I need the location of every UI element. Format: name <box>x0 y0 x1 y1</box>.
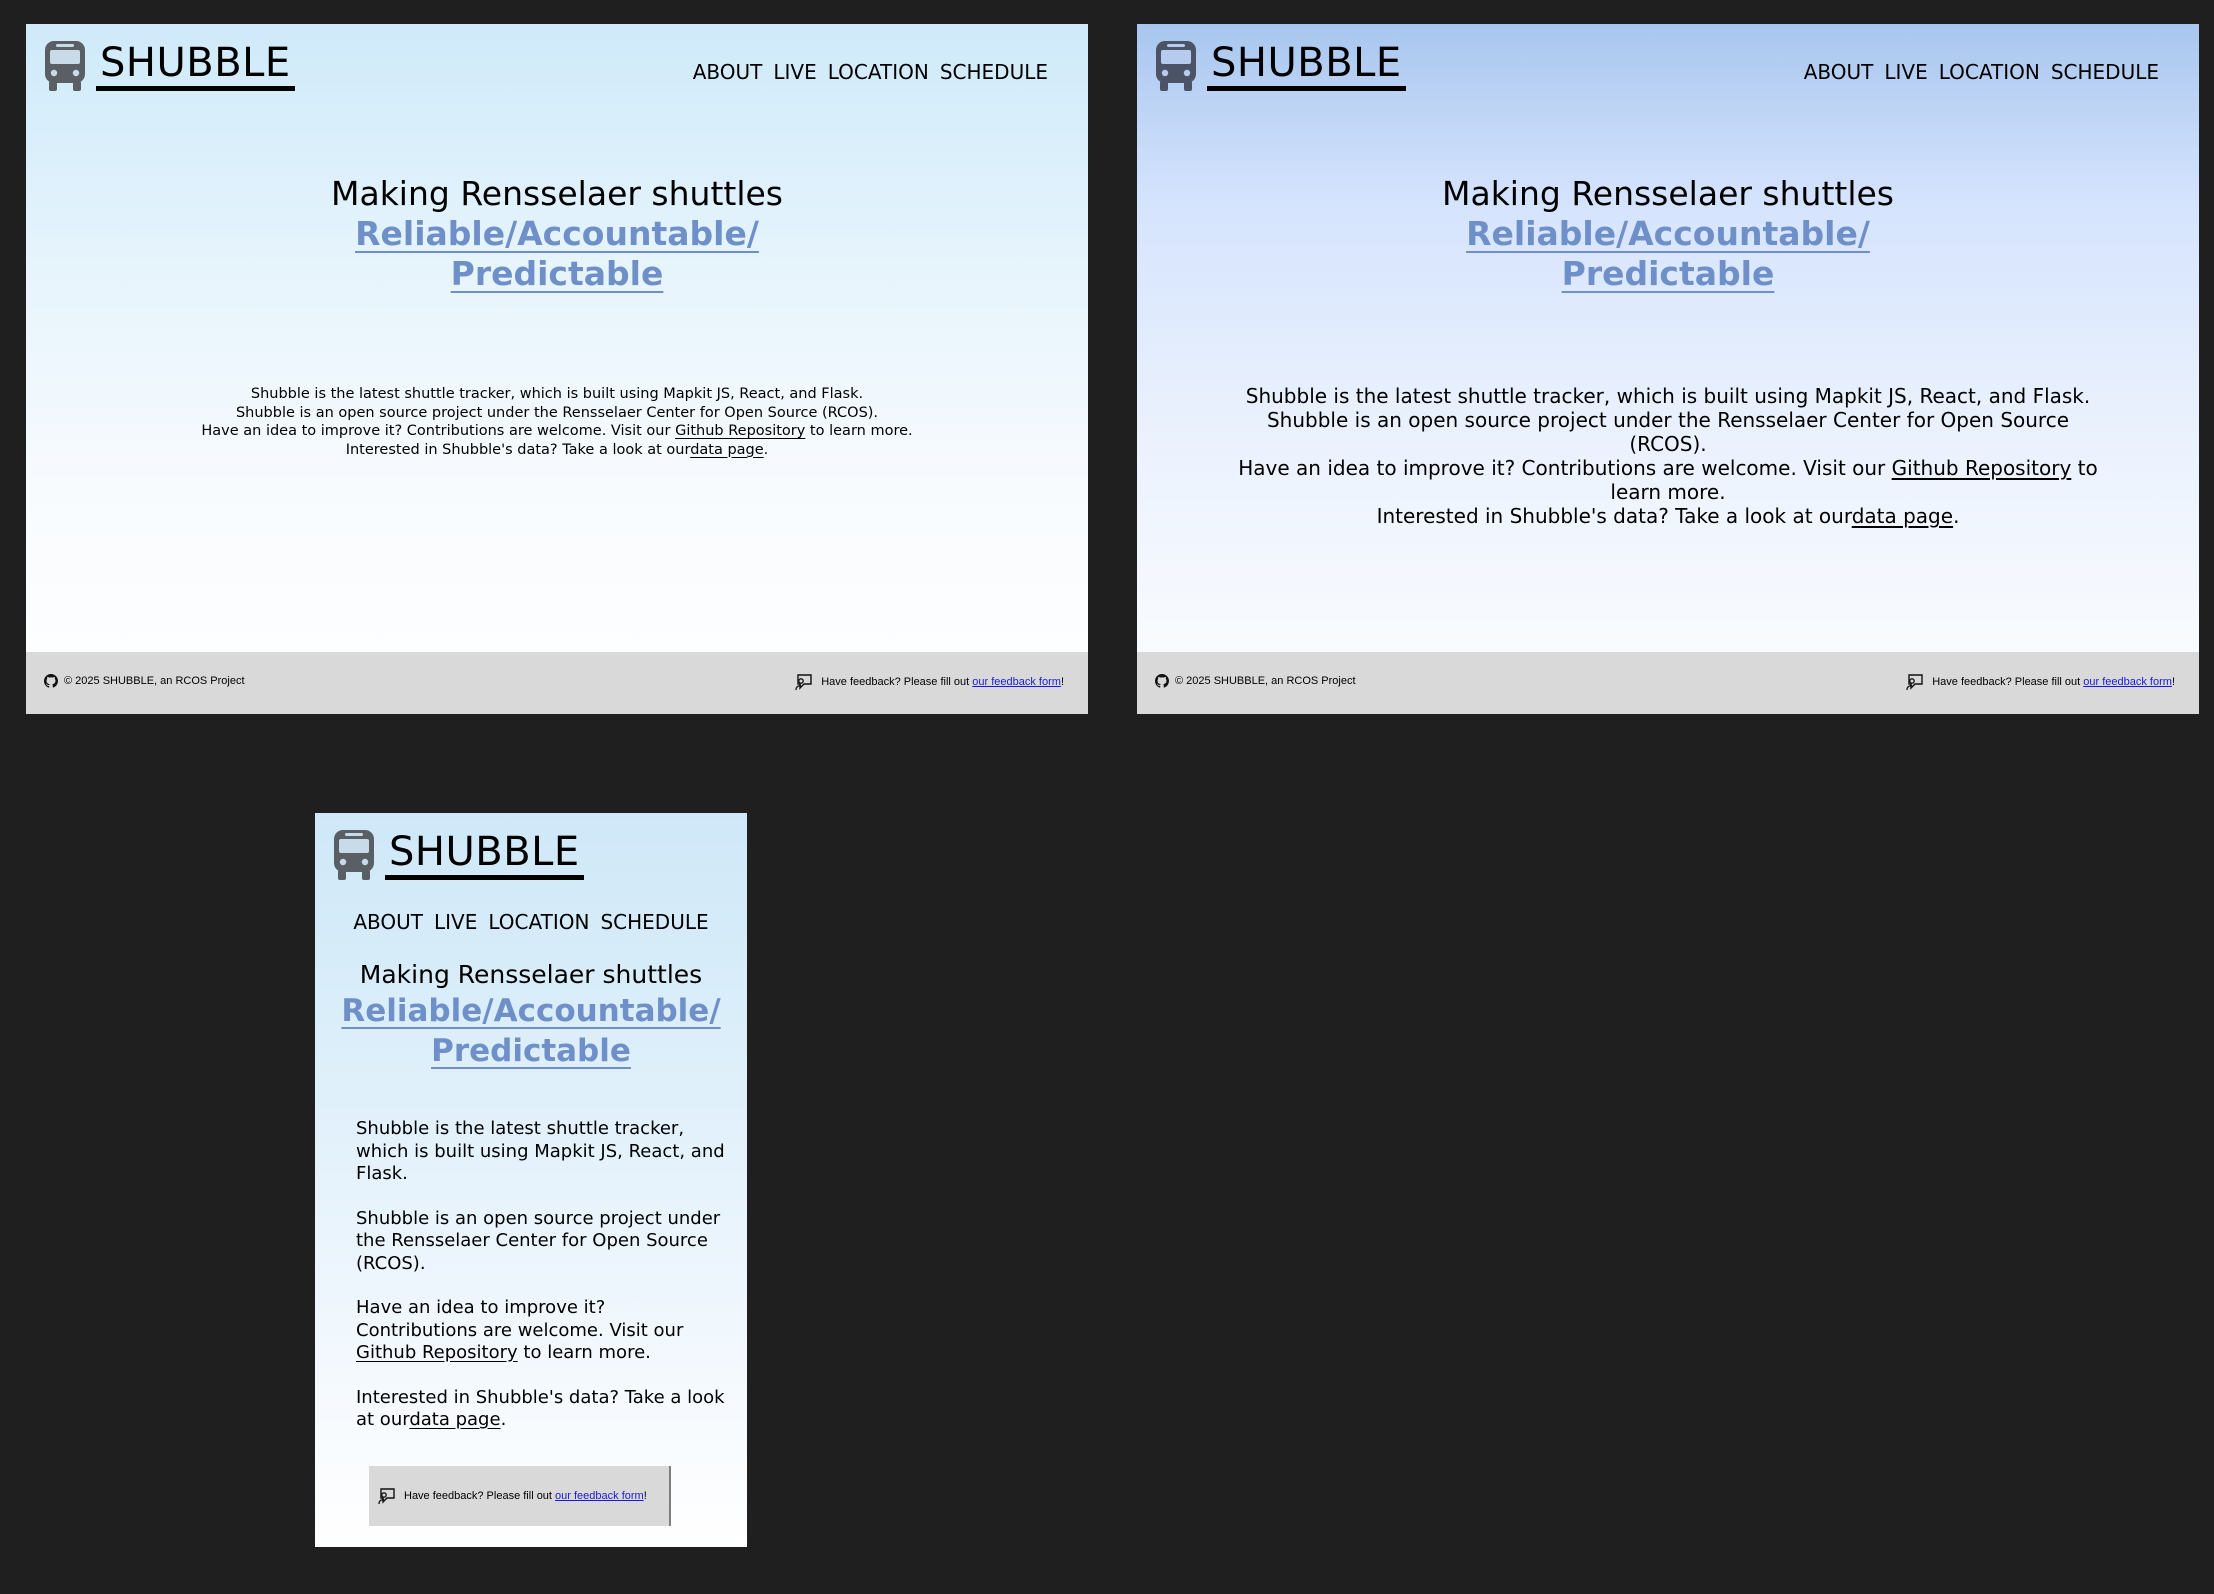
nav-schedule[interactable]: SCHEDULE <box>2051 60 2159 84</box>
about-p3-text: Have an idea to improve it? Contribution… <box>356 1297 684 1341</box>
about-p2: Shubble is an open source project under … <box>235 404 879 421</box>
about-p3-text: Have an idea to improve it? Contribution… <box>201 423 676 439</box>
feedback-suffix: ! <box>1060 676 1064 688</box>
about-p1: Shubble is the latest shuttle tracker, w… <box>356 1118 725 1184</box>
about-p2: Shubble is an open source project under … <box>1266 408 2070 456</box>
mobile-preview: SHUBBLE ABOUT LIVE LOCATION SCHEDULE Mak… <box>315 813 747 1547</box>
footer: © 2025 SHUBBLE, an RCOS Project Have fee… <box>26 652 1088 714</box>
bus-icon <box>1156 40 1196 91</box>
hero-tagline-line1[interactable]: Reliable/Accountable/ <box>341 991 720 1031</box>
about-text: Shubble is the latest shuttle tracker, w… <box>356 1118 726 1454</box>
about-p4-tail: . <box>763 441 769 458</box>
footer: © 2025 SHUBBLE, an RCOS Project Have fee… <box>1137 652 2199 714</box>
feedback-suffix: ! <box>643 1490 647 1502</box>
about-p4-tail: . <box>500 1409 507 1430</box>
hero-title: Making Rensselaer shuttles <box>1442 174 1894 213</box>
about-text: Shubble is the latest shuttle tracker, w… <box>26 385 1088 459</box>
hero-tagline-line2[interactable]: Predictable <box>431 1031 631 1071</box>
hero-tagline-line2[interactable]: Predictable <box>1562 254 1775 294</box>
about-p4: Interested in Shubble's data? Take a loo… <box>26 441 1088 460</box>
feedback-prefix: Have feedback? Please fill out <box>404 1490 556 1502</box>
footer-feedback: Have feedback? Please fill out our feedb… <box>794 673 1064 691</box>
github-icon[interactable] <box>1155 674 1169 688</box>
about-p3: Have an idea to improve it? Contribution… <box>1233 456 2103 504</box>
brand-name: SHUBBLE <box>1207 40 1406 91</box>
bus-icon <box>334 829 374 880</box>
about-p3-tail: to learn more. <box>805 423 913 439</box>
nav-schedule[interactable]: SCHEDULE <box>940 60 1048 84</box>
nav-about[interactable]: ABOUT <box>353 910 423 934</box>
feedback-form-link[interactable]: our feedback form <box>2083 676 2172 688</box>
hero-title: Making Rensselaer shuttles <box>331 174 783 213</box>
nav-location[interactable]: LOCATION <box>1939 60 2040 84</box>
about-p4-tail: . <box>1953 504 1960 528</box>
github-repo-link[interactable]: Github Repository <box>675 423 805 439</box>
desktop-preview-blue: SHUBBLE ABOUT LIVE LOCATION SCHEDULE Mak… <box>1137 24 2199 714</box>
data-page-link[interactable]: data page <box>690 442 763 458</box>
main-nav: ABOUT LIVE LOCATION SCHEDULE <box>693 60 1048 84</box>
feedback-icon <box>378 1488 395 1505</box>
footer-feedback: Have feedback? Please fill out our feedb… <box>1905 673 2175 691</box>
feedback-icon <box>1906 674 1923 691</box>
about-p4-text: Interested in Shubble's data? Take a loo… <box>345 441 691 458</box>
feedback-prefix: Have feedback? Please fill out <box>821 676 973 688</box>
github-icon[interactable] <box>44 674 58 688</box>
feedback-text: Have feedback? Please fill out our feedb… <box>1932 676 2175 688</box>
nav-schedule[interactable]: SCHEDULE <box>600 910 708 934</box>
hero: Making Rensselaer shuttles Reliable/Acco… <box>315 959 747 1071</box>
about-p1: Shubble is the latest shuttle tracker, w… <box>250 386 864 402</box>
footer-copyright: © 2025 SHUBBLE, an RCOS Project <box>64 675 245 687</box>
about-p4-text: Interested in Shubble's data? Take a loo… <box>1376 504 1852 528</box>
brand-name: SHUBBLE <box>96 40 295 91</box>
hero-tagline-line1[interactable]: Reliable/Accountable/ <box>355 214 759 254</box>
about-p4: Interested in Shubble's data? Take a loo… <box>356 1387 726 1432</box>
hero: Making Rensselaer shuttles Reliable/Acco… <box>26 174 1088 294</box>
about-p4: Interested in Shubble's data? Take a loo… <box>1233 504 2103 528</box>
brand-link[interactable]: SHUBBLE <box>1155 40 1406 91</box>
footer-copyright: © 2025 SHUBBLE, an RCOS Project <box>1175 675 1356 687</box>
feedback-text: Have feedback? Please fill out our feedb… <box>404 1490 647 1502</box>
desktop-preview-light: SHUBBLE ABOUT LIVE LOCATION SCHEDULE Mak… <box>26 24 1088 714</box>
about-p3-tail: to learn more. <box>517 1342 651 1363</box>
footer-left: © 2025 SHUBBLE, an RCOS Project <box>44 674 245 688</box>
hero-title: Making Rensselaer shuttles <box>359 960 703 989</box>
feedback-prefix: Have feedback? Please fill out <box>1932 676 2084 688</box>
feedback-suffix: ! <box>2171 676 2175 688</box>
about-p3: Have an idea to improve it? Contribution… <box>26 422 1088 441</box>
nav-live[interactable]: LIVE <box>434 910 477 934</box>
data-page-link[interactable]: data page <box>1852 504 1953 528</box>
about-p3: Have an idea to improve it? Contribution… <box>356 1297 726 1365</box>
bus-icon <box>45 40 85 91</box>
github-repo-link[interactable]: Github Repository <box>1892 456 2072 480</box>
about-p3-text: Have an idea to improve it? Contribution… <box>1238 456 1892 480</box>
nav-location[interactable]: LOCATION <box>828 60 929 84</box>
brand-link[interactable]: SHUBBLE <box>44 40 295 91</box>
nav-location[interactable]: LOCATION <box>488 910 589 934</box>
feedback-form-link[interactable]: our feedback form <box>555 1490 644 1502</box>
footer-feedback: Have feedback? Please fill out our feedb… <box>369 1466 671 1526</box>
stage: SHUBBLE ABOUT LIVE LOCATION SCHEDULE Mak… <box>0 0 2214 1594</box>
nav-live[interactable]: LIVE <box>773 60 816 84</box>
footer-left: © 2025 SHUBBLE, an RCOS Project <box>1155 674 1356 688</box>
brand-link[interactable]: SHUBBLE <box>333 829 584 880</box>
nav-about[interactable]: ABOUT <box>1804 60 1874 84</box>
feedback-icon <box>795 674 812 691</box>
feedback-text: Have feedback? Please fill out our feedb… <box>821 676 1064 688</box>
about-p1: Shubble is the latest shuttle tracker, w… <box>1245 384 2091 408</box>
hero: Making Rensselaer shuttles Reliable/Acco… <box>1137 174 2199 294</box>
nav-live[interactable]: LIVE <box>1884 60 1927 84</box>
main-nav: ABOUT LIVE LOCATION SCHEDULE <box>1804 60 2159 84</box>
about-p2: Shubble is an open source project under … <box>356 1207 721 1274</box>
github-repo-link[interactable]: Github Repository <box>356 1342 518 1363</box>
feedback-form-link[interactable]: our feedback form <box>972 676 1061 688</box>
main-nav: ABOUT LIVE LOCATION SCHEDULE <box>315 910 747 934</box>
about-text: Shubble is the latest shuttle tracker, w… <box>1233 384 2103 528</box>
hero-tagline-line2[interactable]: Predictable <box>451 254 664 294</box>
brand-name: SHUBBLE <box>385 829 584 880</box>
data-page-link[interactable]: data page <box>409 1409 500 1430</box>
hero-tagline-line1[interactable]: Reliable/Accountable/ <box>1466 214 1870 254</box>
nav-about[interactable]: ABOUT <box>693 60 763 84</box>
